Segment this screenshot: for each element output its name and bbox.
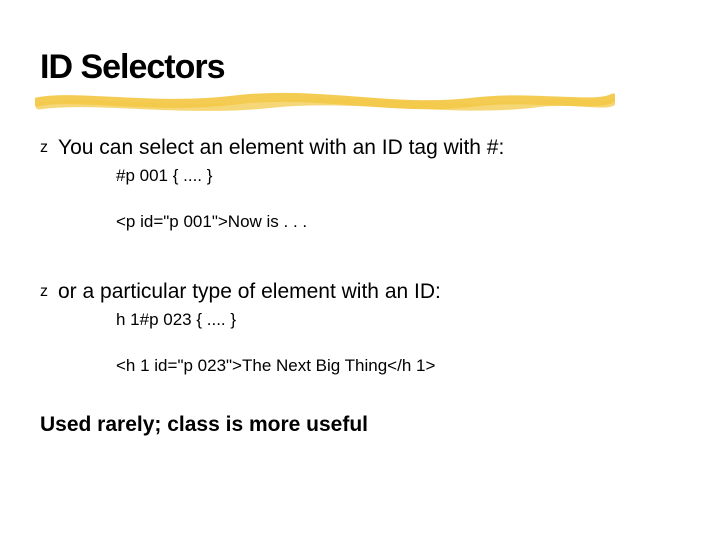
- code-line: h 1#p 023 { .... }: [116, 309, 680, 331]
- slide: ID Selectors z You can select an element…: [0, 0, 720, 540]
- slide-body: z You can select an element with an ID t…: [40, 135, 680, 437]
- bullet-item: z or a particular type of element with a…: [40, 279, 680, 305]
- title-underline-decoration: [35, 88, 615, 112]
- bullet-icon: z: [40, 279, 58, 305]
- bullet-text: You can select an element with an ID tag…: [58, 135, 504, 161]
- footer-note: Used rarely; class is more useful: [40, 413, 680, 437]
- code-line: <h 1 id="p 023">The Next Big Thing</h 1>: [116, 355, 680, 377]
- bullet-icon: z: [40, 135, 58, 161]
- code-line: #p 001 { .... }: [116, 165, 680, 187]
- bullet-text: or a particular type of element with an …: [58, 279, 441, 305]
- slide-title: ID Selectors: [40, 48, 680, 87]
- code-line: <p id="p 001">Now is . . .: [116, 211, 680, 233]
- bullet-item: z You can select an element with an ID t…: [40, 135, 680, 161]
